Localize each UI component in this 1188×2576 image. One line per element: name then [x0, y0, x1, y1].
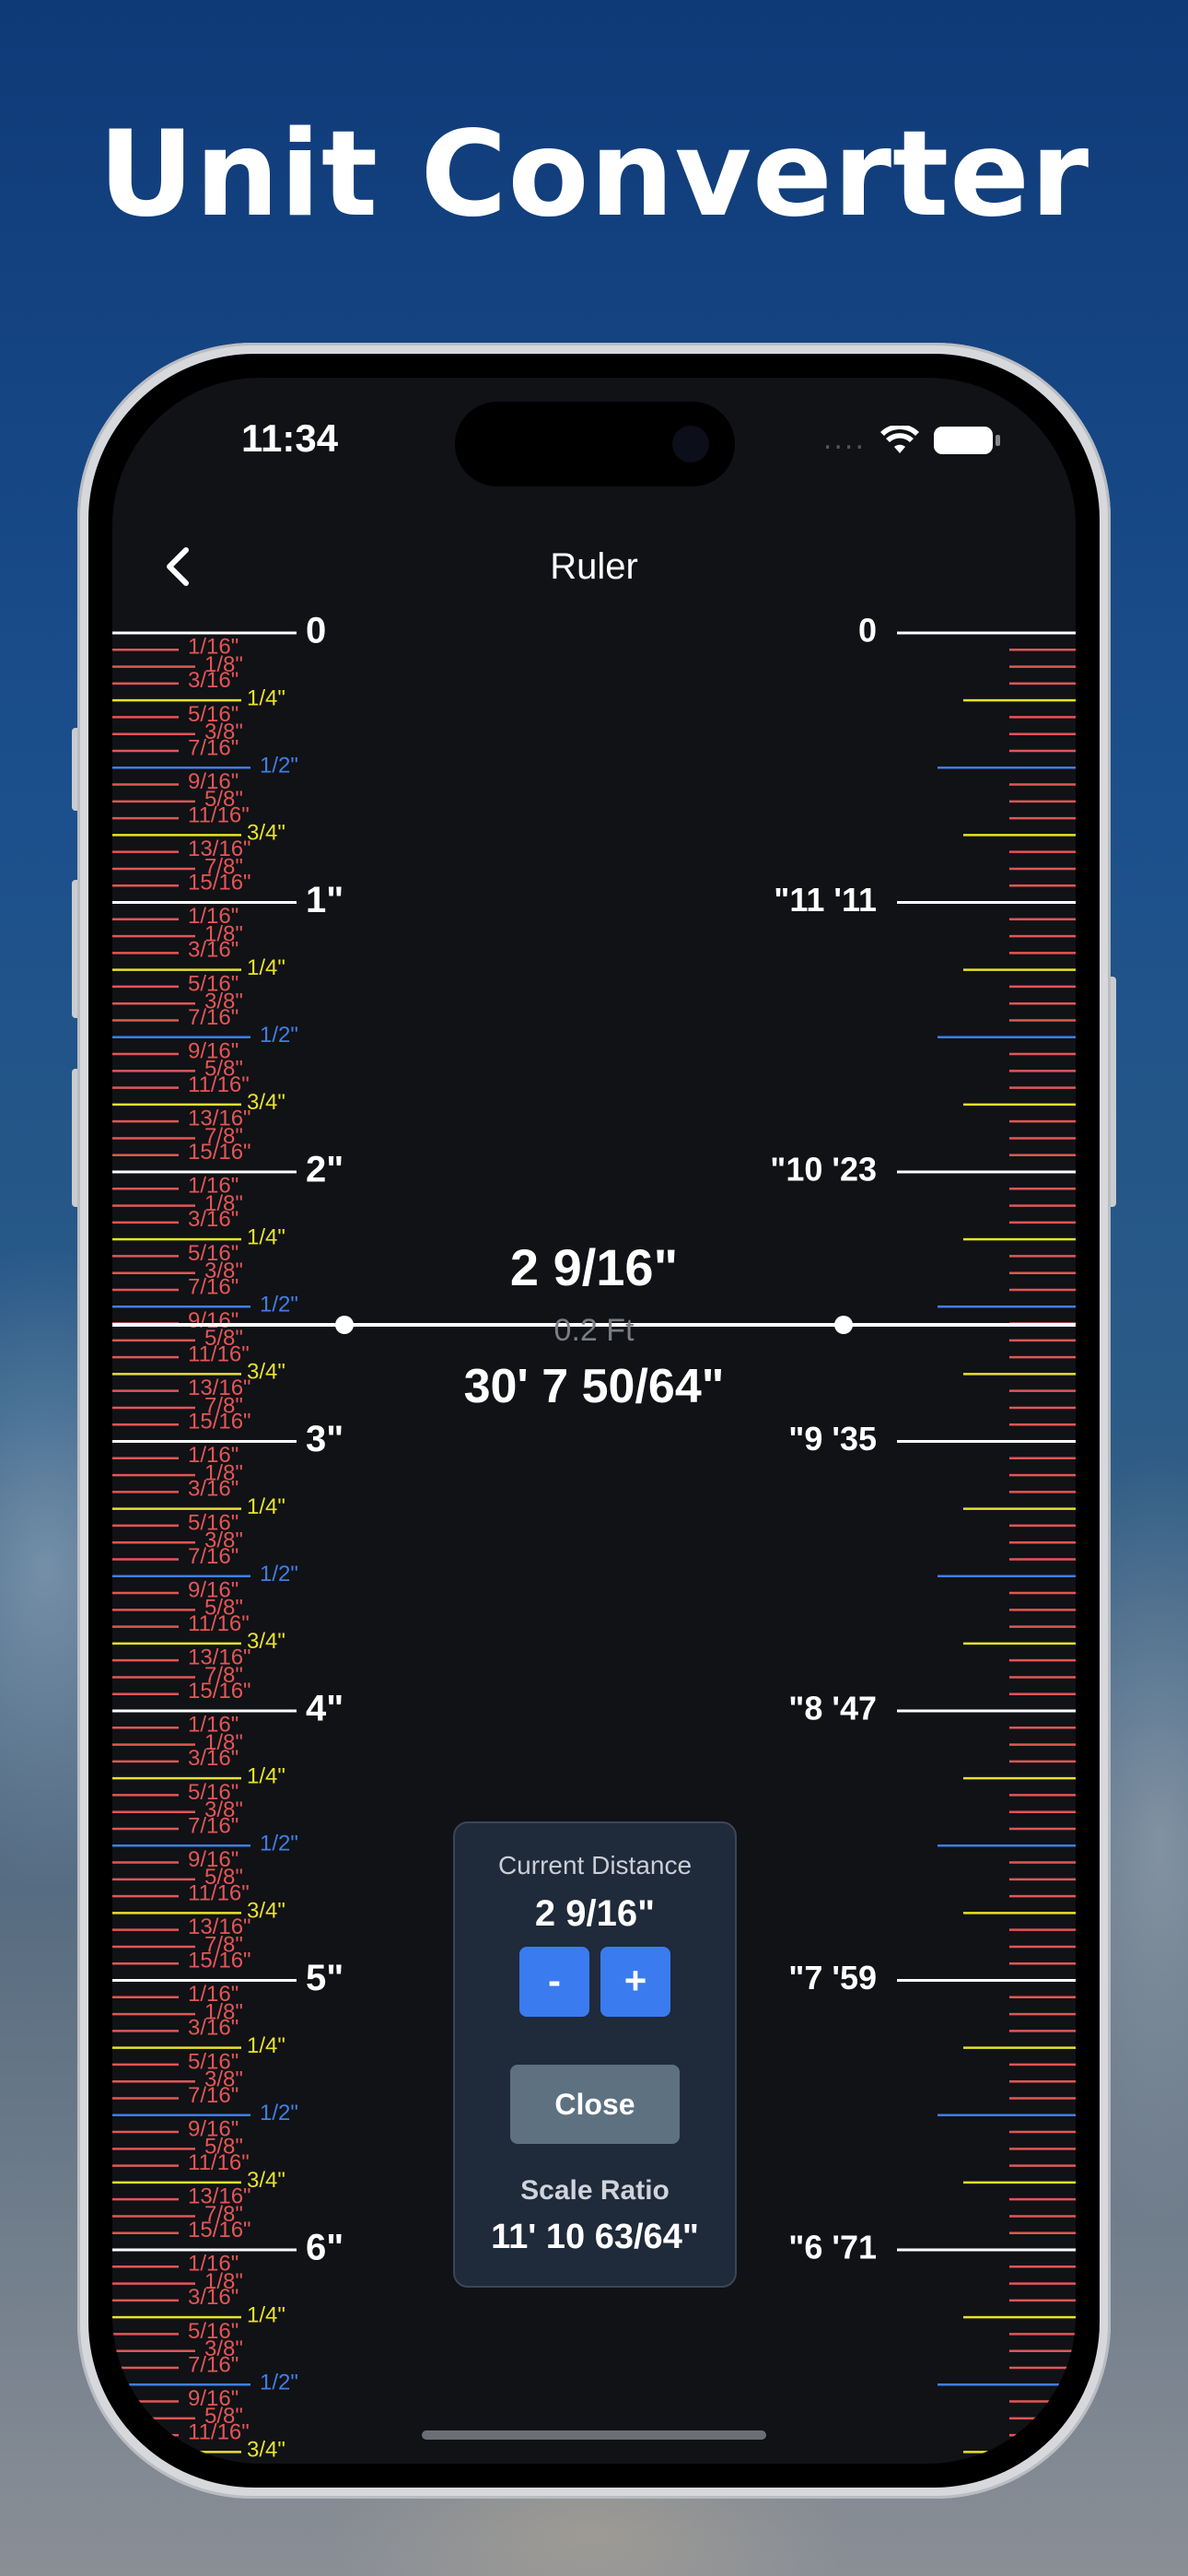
ruler-fraction-label: 7/16" — [188, 1005, 239, 1030]
ruler-fraction-label: 1/2" — [260, 2371, 298, 2395]
ruler-fraction-label: 3/4" — [247, 821, 285, 846]
close-button[interactable]: Close — [510, 2065, 680, 2144]
ruler-fraction-label: 1/2" — [260, 1562, 298, 1587]
status-indicators: .... — [822, 424, 1000, 456]
ruler-fraction-label: 3/16" — [188, 1746, 239, 1771]
ruler-fraction-label: 11/16" — [188, 1072, 250, 1097]
ruler-major-label-left: 6" — [306, 2228, 344, 2268]
ruler-major-label-left: 3" — [306, 1419, 344, 1459]
nav-bar: Ruler — [112, 539, 1076, 603]
hero-title: Unit Converter — [98, 106, 1090, 243]
ruler-fraction-label: 3/4" — [247, 2168, 285, 2193]
ruler-fraction-label: 15/16" — [188, 1679, 251, 1704]
ruler-major-label-right: "7 '59 — [788, 1959, 877, 1996]
current-distance-value: 2 9/16" — [534, 1893, 656, 1934]
ruler-fraction-label: 1/4" — [247, 2302, 285, 2327]
ruler-fraction-label: 11/16" — [188, 2419, 250, 2444]
status-time: 11:34 — [241, 416, 339, 460]
current-distance-label: Current Distance — [497, 1851, 693, 1879]
ruler-major-label-left: 1" — [306, 880, 344, 920]
ruler-fraction-label: 3/16" — [188, 668, 239, 693]
cellular-signal-icon: .... — [822, 424, 866, 456]
ruler-major-label-right: 0 — [858, 612, 877, 650]
app-screen: 0 0 1/16" 1/8" 3/16" 1/4" 5/16" 3/8" 7/16" 1/2" 9/… — [112, 378, 1076, 2464]
ruler-fraction-label: 3/4" — [247, 1629, 285, 1654]
ruler-fraction-label: 7/16" — [188, 2083, 239, 2108]
ruler-fraction-label: 11/16" — [188, 2150, 250, 2175]
battery-icon — [934, 426, 1000, 454]
front-camera — [672, 426, 709, 463]
ruler-major-label-right: "8 '47 — [788, 1690, 877, 1727]
ruler-fraction-label: 15/16" — [188, 2218, 251, 2242]
home-indicator[interactable] — [422, 2430, 766, 2440]
ruler-major-label-right: "10 '23 — [770, 1151, 877, 1188]
ruler-major-label-left: 0 — [306, 611, 326, 651]
ruler-fraction-label: 3/16" — [188, 2285, 239, 2310]
ruler-fraction-label: 15/16" — [188, 1949, 251, 1973]
dynamic-island — [455, 402, 735, 486]
ruler-fraction-label: 3/4" — [247, 1899, 285, 1924]
ruler-fraction-label: 11/16" — [188, 1611, 250, 1636]
measurement-feet: 0.2 Ft — [553, 1313, 635, 1348]
ruler-fraction-label: 1/4" — [247, 2033, 285, 2058]
ruler-fraction-label: 15/16" — [188, 871, 251, 896]
ruler-fraction-label: 1/2" — [260, 754, 298, 779]
wifi-icon — [880, 425, 919, 453]
ruler-fraction-label: 7/16" — [188, 1544, 239, 1569]
ruler-fraction-label: 3/4" — [247, 2438, 285, 2463]
ruler-fraction-label: 11/16" — [188, 1880, 250, 1905]
ruler-major-label-right: "11 '11 — [774, 881, 877, 919]
scale-ratio-value: 11' 10 63/64" — [491, 2218, 699, 2256]
ruler-fraction-label: 7/16" — [188, 2352, 239, 2377]
ruler-fraction-label: 3/4" — [247, 1090, 285, 1115]
ruler-fraction-label: 7/16" — [188, 1813, 239, 1838]
ruler-fraction-label: 3/16" — [188, 2016, 239, 2041]
ruler-fraction-label: 1/2" — [260, 2101, 298, 2125]
scale-ratio-label: Scale Ratio — [520, 2175, 670, 2206]
ruler-fraction-label: 1/2" — [260, 1023, 298, 1048]
ruler-major-label-left: 2" — [306, 1150, 344, 1190]
decrement-button[interactable]: - — [519, 1947, 589, 2017]
ruler-fraction-label: 15/16" — [188, 1140, 251, 1165]
ruler-fraction-label: 3/16" — [188, 938, 239, 963]
ruler-fraction-label: 7/16" — [188, 735, 239, 760]
nav-title: Ruler — [550, 546, 638, 587]
ruler-fraction-label: 3/16" — [188, 1207, 239, 1232]
distance-panel: Current Distance 2 9/16" - + Close Scale… — [453, 1821, 737, 2288]
ruler-major-label-left: 4" — [306, 1689, 344, 1729]
ruler-fraction-label: 1/4" — [247, 1494, 285, 1519]
ruler-fraction-label: 1/4" — [247, 685, 285, 710]
ruler-major-label-right: "9 '35 — [788, 1420, 877, 1458]
ruler-fraction-label: 11/16" — [188, 802, 250, 827]
ruler-fraction-label: 1/4" — [247, 1763, 285, 1788]
ruler-fraction-label: 1/2" — [260, 1832, 298, 1856]
ruler-fraction-label: 1/4" — [247, 955, 285, 980]
ruler-fraction-label: 3/16" — [188, 1477, 239, 1502]
ruler-major-label-right: "6 '71 — [788, 2229, 877, 2266]
measurement-inches: 2 9/16" — [509, 1238, 679, 1296]
ruler-major-label-left: 5" — [306, 1958, 344, 1998]
increment-button[interactable]: + — [600, 1947, 670, 2017]
measurement-scaled: 30' 7 50/64" — [463, 1360, 725, 1413]
